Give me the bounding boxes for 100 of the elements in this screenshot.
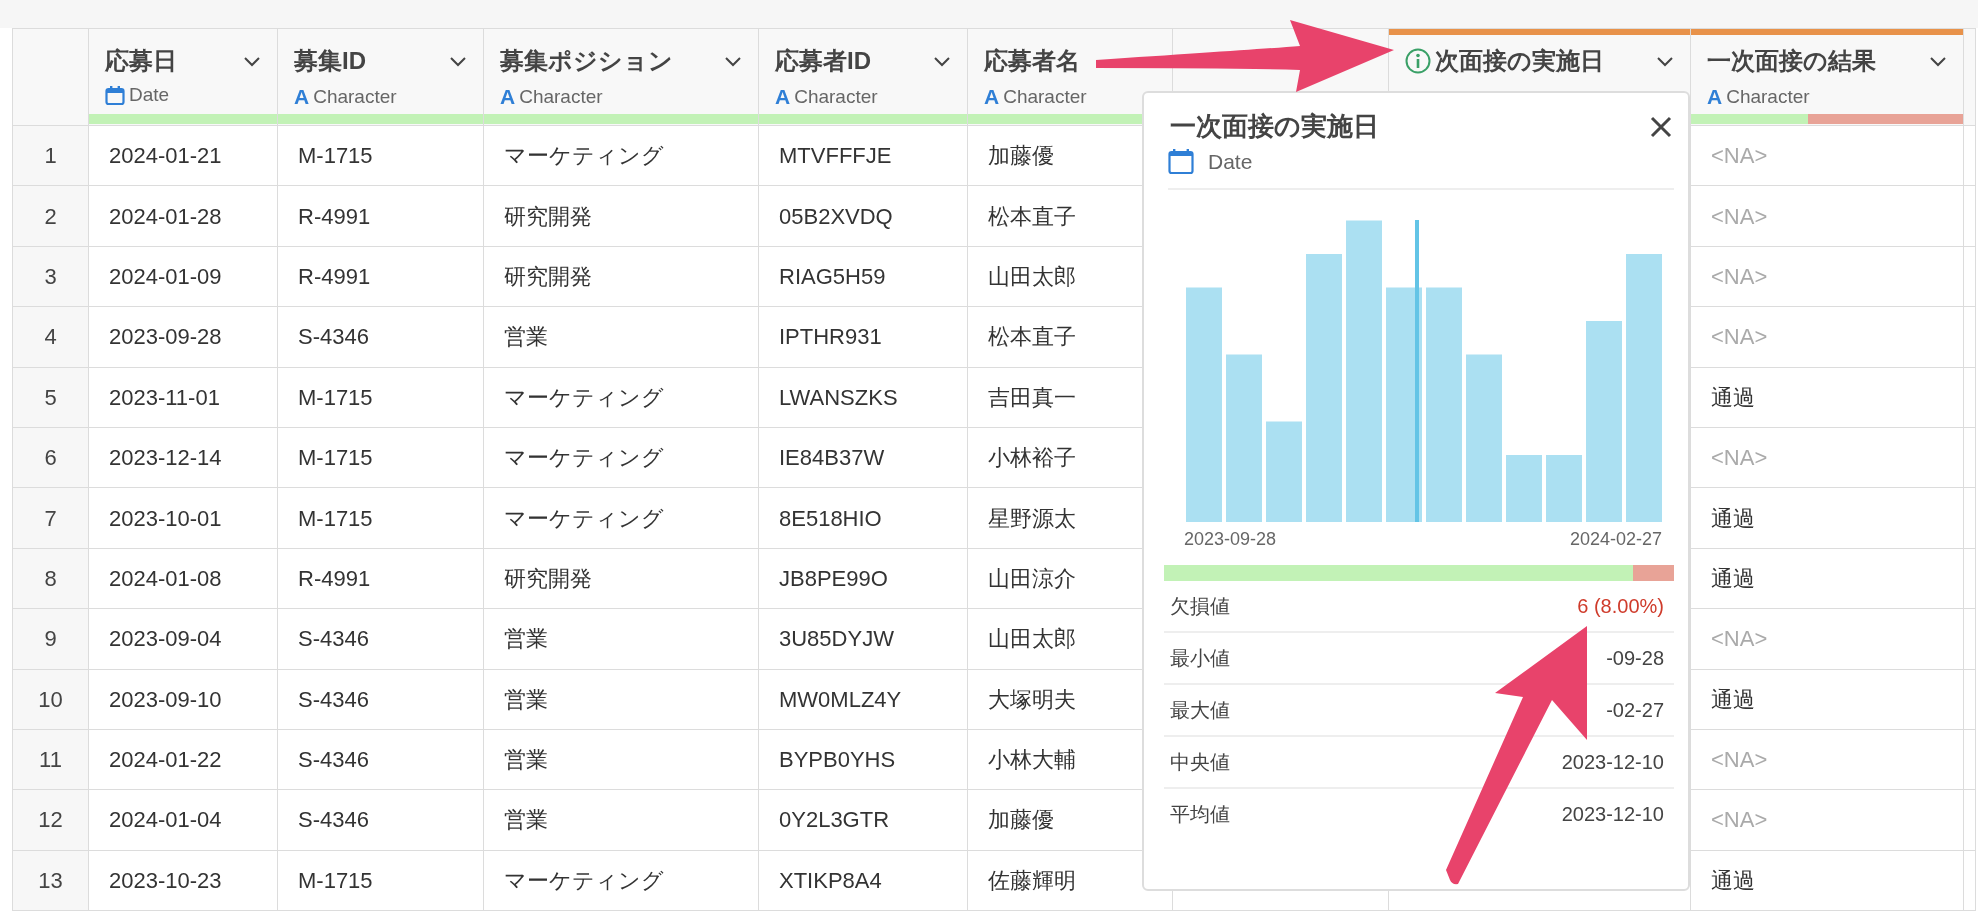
table-cell: S-4346	[277, 306, 484, 368]
table-cell: マーケティング	[483, 487, 759, 549]
table-cell: 2023-10-23	[88, 850, 278, 911]
stat-label: 欠損値	[1170, 593, 1230, 619]
table-cell: MTVFFFJE	[758, 125, 968, 186]
table-cell: 営業	[483, 669, 759, 730]
column-type: Character	[1003, 84, 1087, 109]
row-number: 8	[12, 548, 89, 609]
column-type: Character	[794, 84, 878, 109]
stat-value: 2023-12-10	[1561, 749, 1664, 775]
histogram-bar	[1546, 454, 1582, 522]
table-cell: S-4346	[277, 729, 484, 790]
table-cell: 2024-01-04	[88, 789, 278, 851]
table-cell: BYPB0YHS	[758, 729, 968, 790]
column-title: 次面接の実施日	[1435, 46, 1605, 76]
table-cell: 8E518HIO	[758, 487, 968, 549]
table-cell: M-1715	[277, 487, 484, 549]
chevron-down-icon[interactable]	[1656, 54, 1674, 68]
type-icon: A	[984, 81, 1000, 113]
table-cell: R-4991	[277, 246, 484, 307]
table-cell: 2024-01-21	[88, 125, 278, 186]
row-number: 13	[12, 850, 89, 911]
type-icon: A	[294, 81, 310, 113]
table-cell: 2023-09-28	[88, 306, 278, 368]
row-number: 12	[12, 789, 89, 851]
chevron-down-icon[interactable]	[1929, 54, 1947, 68]
table-cell: マーケティング	[483, 125, 759, 186]
table-cell: XTIKP8A4	[758, 850, 968, 911]
column-type: Date	[129, 83, 170, 107]
row-number: 7	[12, 487, 89, 549]
calendar-icon	[105, 84, 125, 106]
table-cell: LWANSZKS	[758, 367, 968, 428]
table-cell: マーケティング	[483, 367, 759, 428]
stat-value: 2023-12-10	[1561, 801, 1664, 827]
chevron-down-icon[interactable]	[933, 54, 951, 68]
table-cell: R-4991	[277, 548, 484, 609]
table-cell: RIAG5H59	[758, 246, 968, 307]
table-cell: 2024-01-09	[88, 246, 278, 307]
table-cell: 営業	[483, 608, 759, 669]
table-cell: 2023-10-01	[88, 487, 278, 549]
column-type: Character	[1726, 84, 1810, 109]
chevron-down-icon[interactable]	[243, 54, 261, 68]
table-cell: 2024-01-28	[88, 185, 278, 247]
table-cell: マーケティング	[483, 850, 759, 911]
type-icon: A	[775, 81, 791, 113]
row-number: 5	[12, 367, 89, 428]
histogram-bar	[1506, 454, 1542, 522]
table-cell: JB8PE99O	[758, 548, 968, 609]
axis-label: 2023-09-28	[1184, 527, 1277, 551]
stat-label: 最大値	[1170, 697, 1230, 723]
table-cell: S-4346	[277, 608, 484, 669]
column-title: 応募日	[105, 46, 178, 76]
table-cell: 3U85DYJW	[758, 608, 968, 669]
table-cell: MW0MLZ4Y	[758, 669, 968, 730]
column-type: Character	[313, 84, 397, 109]
table-cell: 営業	[483, 306, 759, 368]
column-title: 一次面接の結果	[1707, 46, 1877, 76]
table-cell: 研究開発	[483, 246, 759, 307]
calendar-icon	[1168, 148, 1194, 176]
column-title: 募集ID	[294, 46, 367, 76]
table-cell: 0Y2L3GTR	[758, 789, 968, 851]
chevron-down-icon[interactable]	[724, 54, 742, 68]
table-cell: M-1715	[277, 125, 484, 186]
table-cell: M-1715	[277, 367, 484, 428]
table-cell: IPTHR931	[758, 306, 968, 368]
table-cell: 研究開発	[483, 548, 759, 609]
row-number: 2	[12, 185, 89, 247]
row-number: 9	[12, 608, 89, 669]
column-title: 応募者名	[984, 46, 1081, 76]
table-cell: マーケティング	[483, 427, 759, 488]
table-cell: 研究開発	[483, 185, 759, 247]
column-type: Date	[1208, 149, 1253, 175]
column-type: Character	[519, 84, 603, 109]
row-number: 3	[12, 246, 89, 307]
table-cell: S-4346	[277, 669, 484, 730]
table-cell: 2024-01-08	[88, 548, 278, 609]
table-cell: 2023-09-04	[88, 608, 278, 669]
row-number: 6	[12, 427, 89, 488]
table-cell: R-4991	[277, 185, 484, 247]
table-cell: M-1715	[277, 427, 484, 488]
table-cell: 05B2XVDQ	[758, 185, 968, 247]
table-cell: M-1715	[277, 850, 484, 911]
row-number: 1	[12, 125, 89, 186]
type-icon: A	[500, 81, 516, 113]
type-icon: A	[1707, 81, 1723, 113]
column-title: 応募者ID	[775, 46, 872, 76]
stat-value: -02-27	[1606, 697, 1664, 723]
table-cell: IE84B37W	[758, 427, 968, 488]
stat-value: -09-28	[1606, 645, 1664, 671]
table-cell: 2024-01-22	[88, 729, 278, 790]
chevron-down-icon[interactable]	[449, 54, 467, 68]
column-title: 募集ポジション	[500, 46, 674, 76]
table-cell: 営業	[483, 729, 759, 790]
stat-label: 最小値	[1170, 645, 1230, 671]
table-cell: 2023-11-01	[88, 367, 278, 428]
table-cell: 2023-09-10	[88, 669, 278, 730]
table-cell: 営業	[483, 789, 759, 851]
missing-segment	[1633, 564, 1674, 581]
stat-value: 6 (8.00%)	[1577, 593, 1664, 619]
stat-label: 中央値	[1170, 749, 1230, 775]
